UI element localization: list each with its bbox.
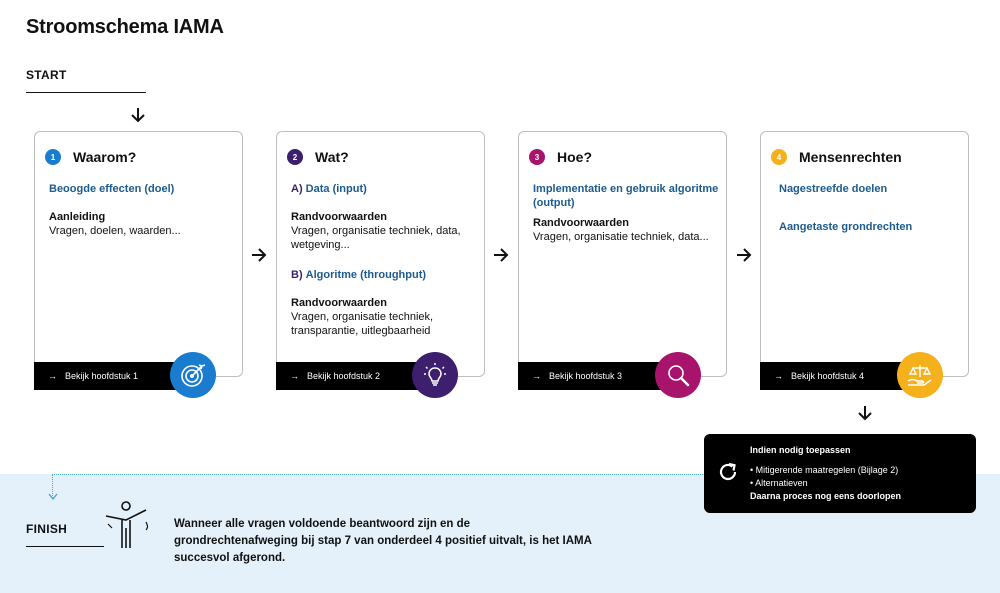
popup-title: Indien nodig toepassen: [750, 445, 851, 455]
step-3-group-title: Randvoorwaarden: [533, 217, 629, 229]
step-3-header: 3 Hoe?: [529, 149, 592, 165]
step-2-header: 2 Wat?: [287, 149, 349, 165]
step-1-body: Beoogde effecten (doel) Aanleiding Vrage…: [49, 182, 235, 238]
arrow-right-icon: →: [532, 371, 541, 381]
step-3-chapter-label: Bekijk hoofdstuk 3: [549, 371, 623, 381]
page-title: Stroomschema IAMA: [26, 16, 224, 38]
step-card-2: 2 Wat? A) Data (input) Randvoorwaarden V…: [276, 131, 485, 377]
step-4-badge: 4: [771, 149, 787, 165]
target-icon: [170, 352, 216, 398]
step-3-body: Implementatie en gebruik algoritme (outp…: [533, 182, 719, 244]
step-4-subtitle: Nagestreefde doelen: [779, 183, 888, 195]
step-2-section-a-heading: A) Data (input): [291, 182, 477, 196]
step-2-chapter-label: Bekijk hoofdstuk 2: [307, 371, 381, 381]
magnifier-icon: [655, 352, 701, 398]
popup-text: Indien nodig toepassen • Mitigerende maa…: [750, 444, 901, 503]
lightbulb-icon: [412, 352, 458, 398]
finish-underline: [26, 546, 104, 547]
popup-footer: Daarna proces nog eens doorlopen: [750, 491, 902, 501]
step-2-section-b-label: Algoritme (throughput): [305, 269, 427, 281]
step-2-section-a-label: Data (input): [305, 183, 367, 195]
finish-label: FINISH: [26, 522, 68, 536]
step-1-group-title: Aanleiding: [49, 211, 106, 223]
step-4-title: Mensenrechten: [799, 149, 902, 165]
step-4-subtitle-2: Aangetaste grondrechten: [779, 221, 913, 233]
step-2-section-a-group: Randvoorwaarden: [291, 211, 387, 223]
finish-figure-icon: [105, 501, 149, 548]
arrow-down-icon: [858, 406, 872, 421]
step-card-4: 4 Mensenrechten Nagestreefde doelen Aang…: [760, 131, 969, 377]
step-2-section-b-group: Randvoorwaarden: [291, 297, 387, 309]
chevron-down-icon: [48, 493, 58, 501]
step-3-group-text: Vragen, organisatie techniek, data...: [533, 231, 709, 243]
step-card-3: 3 Hoe? Implementatie en gebruik algoritm…: [518, 131, 727, 377]
arrow-right-icon: →: [774, 371, 783, 381]
step-4-chapter-label: Bekijk hoofdstuk 4: [791, 371, 865, 381]
step-2-section-a-text: Vragen, organisatie techniek, data, wetg…: [291, 225, 461, 251]
start-label: START: [26, 68, 67, 82]
step-3-title: Hoe?: [557, 149, 592, 165]
step-2-badge: 2: [287, 149, 303, 165]
step-2-section-b-heading: B) Algoritme (throughput): [291, 268, 477, 282]
start-underline: [26, 92, 146, 93]
step-4-header: 4 Mensenrechten: [771, 149, 902, 165]
step-2-section-b-text: Vragen, organisatie techniek, transparan…: [291, 311, 434, 337]
scales-hand-icon: [897, 352, 943, 398]
step-2-section-b-prefix: B): [291, 269, 303, 281]
refresh-icon: [719, 462, 737, 481]
step-3-subtitle: Implementatie en gebruik algoritme (outp…: [533, 183, 719, 209]
step-1-subtitle: Beoogde effecten (doel): [49, 183, 175, 195]
step-2-title: Wat?: [315, 149, 349, 165]
step-card-1: 1 Waarom? Beoogde effecten (doel) Aanlei…: [34, 131, 243, 377]
arrow-right-icon: [737, 248, 752, 262]
step-2-body: A) Data (input) Randvoorwaarden Vragen, …: [291, 182, 477, 338]
arrow-down-icon: [131, 108, 145, 123]
step-1-group-text: Vragen, doelen, waarden...: [49, 225, 181, 237]
mitigation-popup: Indien nodig toepassen • Mitigerende maa…: [704, 434, 976, 513]
return-path-line: [52, 474, 705, 475]
arrow-right-icon: [494, 248, 509, 262]
step-1-header: 1 Waarom?: [45, 149, 136, 165]
step-3-badge: 3: [529, 149, 545, 165]
step-1-chapter-label: Bekijk hoofdstuk 1: [65, 371, 139, 381]
arrow-right-icon: →: [290, 371, 299, 381]
step-4-body: Nagestreefde doelen Aangetaste grondrech…: [779, 182, 965, 234]
arrow-right-icon: [252, 248, 267, 262]
finish-description: Wanneer alle vragen voldoende beantwoord…: [174, 518, 592, 564]
popup-item: • Mitigerende maatregelen (Bijlage 2): [750, 465, 899, 475]
popup-item: • Alternatieven: [750, 478, 808, 488]
step-2-section-a-prefix: A): [291, 183, 303, 195]
step-1-badge: 1: [45, 149, 61, 165]
step-1-title: Waarom?: [73, 149, 137, 165]
arrow-right-icon: →: [48, 371, 57, 381]
